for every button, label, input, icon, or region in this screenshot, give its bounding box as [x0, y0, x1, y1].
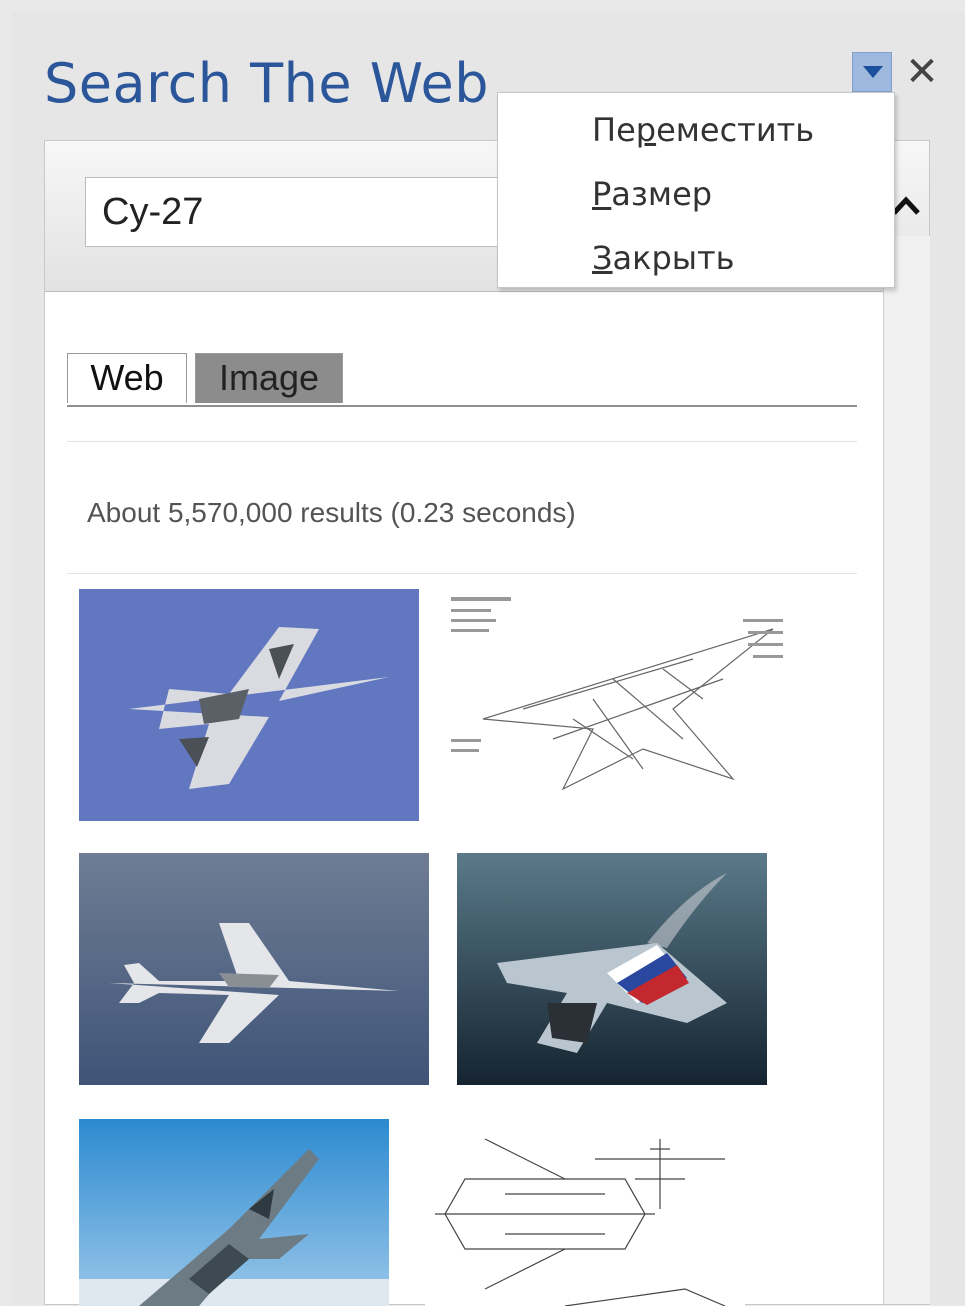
- blueprint-drawing-image: [425, 1119, 745, 1306]
- menu-item-label: Переместить: [592, 111, 815, 149]
- jet-photo-image: [79, 589, 419, 821]
- search-panel: Су-27 Web Image About 5,570,000 results …: [44, 140, 930, 1306]
- close-icon: ✕: [905, 50, 939, 94]
- pane-options-menu: Переместить Размер Закрыть: [497, 92, 895, 288]
- scrollbar[interactable]: [883, 236, 930, 1304]
- jet-photo-image: [79, 1119, 389, 1306]
- tab-image[interactable]: Image: [195, 353, 343, 403]
- menu-item-size[interactable]: Размер: [592, 175, 712, 213]
- pane-title: Search The Web: [44, 52, 490, 115]
- divider: [67, 573, 857, 574]
- menu-item-label: Размер: [592, 175, 713, 213]
- jet-illustration-image: [457, 853, 767, 1085]
- close-pane-button[interactable]: ✕: [902, 52, 942, 92]
- tab-web[interactable]: Web: [67, 353, 187, 403]
- collapse-button[interactable]: [889, 181, 929, 231]
- image-result-3[interactable]: [79, 853, 429, 1085]
- image-result-1[interactable]: [79, 589, 419, 821]
- menu-item-label: Закрыть: [592, 239, 735, 277]
- results-count: About 5,570,000 results (0.23 seconds): [87, 497, 576, 528]
- image-result-5[interactable]: [79, 1119, 389, 1306]
- menu-item-close[interactable]: Закрыть: [592, 239, 735, 277]
- image-result-2[interactable]: [443, 589, 803, 821]
- image-result-4[interactable]: [457, 853, 767, 1085]
- dropdown-arrow-icon: [863, 66, 883, 78]
- cutaway-drawing-image: [443, 589, 803, 821]
- jet-photo-image: [79, 853, 429, 1085]
- tab-underline: [67, 405, 857, 407]
- chevron-up-icon: [892, 196, 920, 215]
- pane-options-button[interactable]: [852, 52, 892, 92]
- image-result-6[interactable]: [425, 1119, 745, 1306]
- menu-item-move[interactable]: Переместить: [592, 111, 814, 149]
- divider: [67, 441, 857, 442]
